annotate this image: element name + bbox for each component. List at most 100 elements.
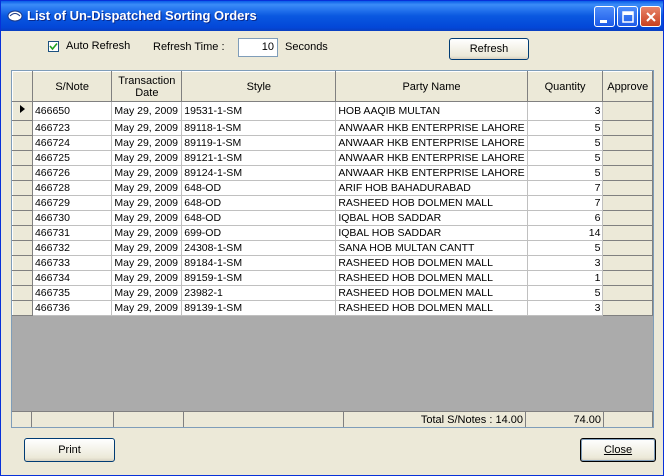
row-selector[interactable] [12,285,33,301]
print-button[interactable]: Print [24,438,115,462]
auto-refresh-label: Auto Refresh [66,40,131,52]
cell-quantity: 3 [526,300,604,316]
table-row[interactable]: 466736 May 29, 2009 89139-1-SM RASHEED HOB … [12,300,653,316]
row-selector[interactable] [12,255,33,271]
column-header-snote[interactable]: S/Note [31,71,113,102]
table-row[interactable]: 466723 May 29, 2009 89118-1-SM ANWAAR HKB E… [12,120,653,136]
approve-button[interactable] [602,195,653,211]
table-row[interactable]: 466731 May 29, 2009 699-OD IQBAL HOB SADDAR… [12,225,653,241]
row-selector[interactable] [12,101,33,121]
approve-button[interactable] [602,180,653,196]
cell-style: 19531-1-SM [181,101,337,121]
close-window-button[interactable] [640,6,661,27]
cell-party-name: RASHEED HOB DOLMEN MALL [335,300,528,316]
maximize-button[interactable] [617,6,638,27]
minimize-button[interactable] [594,6,615,27]
orders-grid[interactable]: S/Note Transaction Date Style Party Name… [11,70,654,428]
title-bar[interactable]: List of Un-Dispatched Sorting Orders [1,1,663,31]
row-selector-header [12,71,33,102]
main-window: List of Un-Dispatched Sorting Orders Aut… [0,0,664,476]
cell-snote: 466728 [31,180,113,196]
window-title: List of Un-Dispatched Sorting Orders [27,8,257,23]
row-selector[interactable] [12,300,33,316]
app-icon [7,10,23,22]
approve-button[interactable] [602,300,653,316]
approve-button[interactable] [602,225,653,241]
table-row[interactable]: 466650 May 29, 2009 19531-1-SM HOB AAQIB MU… [12,101,653,121]
table-row[interactable]: 466729 May 29, 2009 648-OD RASHEED HOB DOLM… [12,195,653,211]
cell-transaction-date: May 29, 2009 [111,285,183,301]
row-selector[interactable] [12,225,33,241]
cell-style: 648-OD [181,210,337,226]
table-row[interactable]: 466732 May 29, 2009 24308-1-SM SANA HOB MUL… [12,240,653,256]
table-row[interactable]: 466730 May 29, 2009 648-OD IQBAL HOB SADDAR… [12,210,653,226]
cell-party-name: IQBAL HOB SADDAR [335,210,528,226]
cell-quantity: 5 [526,135,604,151]
approve-button[interactable] [602,135,653,151]
approve-button[interactable] [602,150,653,166]
table-row[interactable]: 466734 May 29, 2009 89159-1-SM RASHEED HOB … [12,270,653,286]
row-selector[interactable] [12,240,33,256]
column-header-transaction-date[interactable]: Transaction Date [111,71,183,102]
table-row[interactable]: 466735 May 29, 2009 23982-1 RASHEED HOB DOL… [12,285,653,301]
approve-button[interactable] [602,210,653,226]
cell-snote: 466734 [31,270,113,286]
row-selector[interactable] [12,135,33,151]
cell-style: 89184-1-SM [181,255,337,271]
column-header-approve[interactable]: Approve [602,71,653,102]
row-selector[interactable] [12,150,33,166]
auto-refresh-checkbox[interactable] [48,41,59,52]
approve-button[interactable] [602,120,653,136]
close-button[interactable]: Close [580,438,656,462]
cell-party-name: ANWAAR HKB ENTERPRISE LAHORE [335,165,528,181]
cell-party-name: HOB AAQIB MULTAN [335,101,528,121]
cell-quantity: 1 [526,270,604,286]
cell-snote: 466733 [31,255,113,271]
cell-party-name: SANA HOB MULTAN CANTT [335,240,528,256]
approve-button[interactable] [602,270,653,286]
checkmark-icon [49,42,58,51]
row-selector[interactable] [12,180,33,196]
cell-quantity: 14 [526,225,604,241]
column-header-quantity[interactable]: Quantity [526,71,604,102]
table-row[interactable]: 466728 May 29, 2009 648-OD ARIF HOB BAHADUR… [12,180,653,196]
cell-style: 23982-1 [181,285,337,301]
cell-party-name: ARIF HOB BAHADURABAD [335,180,528,196]
approve-button[interactable] [602,165,653,181]
column-header-party-name[interactable]: Party Name [335,71,528,102]
cell-snote: 466726 [31,165,113,181]
table-row[interactable]: 466725 May 29, 2009 89121-1-SM ANWAAR HKB E… [12,150,653,166]
cell-snote: 466736 [31,300,113,316]
cell-snote: 466723 [31,120,113,136]
cell-style: 699-OD [181,225,337,241]
cell-snote: 466730 [31,210,113,226]
cell-style: 89121-1-SM [181,150,337,166]
row-selector[interactable] [12,165,33,181]
current-row-arrow-icon [20,105,25,113]
column-header-style[interactable]: Style [181,71,337,102]
footer-cell-approve [604,412,653,427]
row-selector[interactable] [12,120,33,136]
approve-button[interactable] [602,255,653,271]
cell-quantity: 5 [526,150,604,166]
approve-button[interactable] [602,240,653,256]
row-selector[interactable] [12,210,33,226]
total-snotes-label: Total S/Notes : 14.00 [344,412,526,427]
grid-footer: Total S/Notes : 14.00 74.00 [12,411,653,427]
table-row[interactable]: 466726 May 29, 2009 89124-1-SM ANWAAR HKB E… [12,165,653,181]
minimize-icon [600,20,607,23]
approve-button[interactable] [602,101,653,121]
refresh-time-input[interactable]: 10 [238,38,278,57]
cell-transaction-date: May 29, 2009 [111,150,183,166]
row-selector[interactable] [12,270,33,286]
cell-snote: 466732 [31,240,113,256]
cell-quantity: 3 [526,101,604,121]
approve-button[interactable] [602,285,653,301]
table-row[interactable]: 466733 May 29, 2009 89184-1-SM RASHEED HOB … [12,255,653,271]
refresh-button[interactable]: Refresh [449,38,529,60]
table-row[interactable]: 466724 May 29, 2009 89119-1-SM ANWAAR HKB E… [12,135,653,151]
row-selector[interactable] [12,195,33,211]
maximize-icon [622,11,634,23]
cell-party-name: RASHEED HOB DOLMEN MALL [335,255,528,271]
cell-style: 648-OD [181,180,337,196]
